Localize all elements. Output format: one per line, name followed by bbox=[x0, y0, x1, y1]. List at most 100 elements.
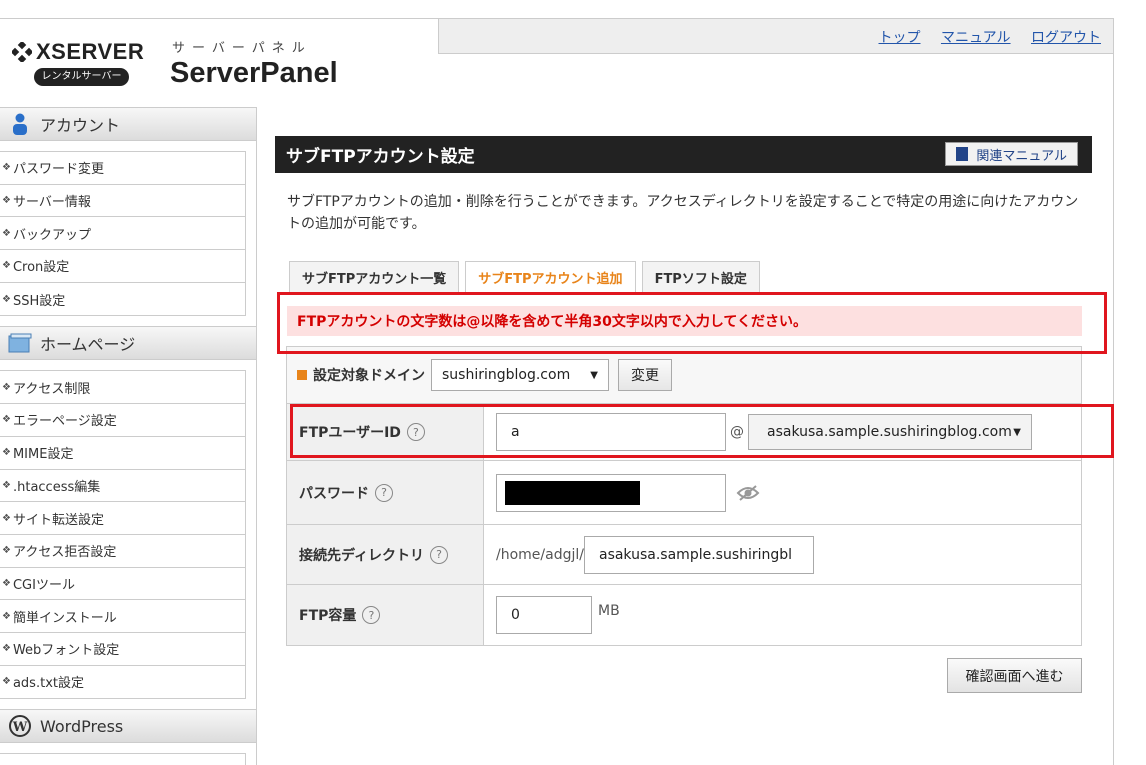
sidebar-item-ads-txt[interactable]: ❖ ads.txt設定 bbox=[0, 666, 245, 699]
bullet-icon: ❖ bbox=[2, 227, 11, 239]
sidebar-section-homepage[interactable]: ホームページ bbox=[0, 326, 256, 361]
sidebar-item-label: パスワード変更 bbox=[12, 162, 104, 178]
capacity-row: FTP容量? 0 MB bbox=[287, 585, 1081, 645]
domain-select[interactable]: sushiringblog.com ▼ bbox=[431, 359, 609, 391]
user-icon bbox=[8, 112, 32, 136]
sidebar-item-label: サーバー情報 bbox=[12, 195, 91, 211]
bullet-icon: ❖ bbox=[2, 577, 11, 589]
bullet-icon: ❖ bbox=[2, 162, 11, 174]
bullet-icon: ❖ bbox=[2, 643, 11, 655]
change-button[interactable]: 変更 bbox=[618, 359, 672, 391]
bullet-icon: ❖ bbox=[2, 260, 11, 272]
homepage-icon bbox=[8, 331, 32, 355]
sidebar-item-label: 簡単インストール bbox=[12, 610, 117, 626]
password-label-text: パスワード bbox=[299, 485, 369, 502]
bullet-icon: ❖ bbox=[2, 414, 11, 426]
directory-row: 接続先ディレクトリ? /home/adgjl/ asakusa.sample.s… bbox=[287, 525, 1081, 585]
password-redaction bbox=[505, 480, 640, 505]
tab-account-add[interactable]: サブFTPアカウント追加 bbox=[465, 261, 636, 293]
directory-label: 接続先ディレクトリ? bbox=[287, 525, 484, 584]
capacity-input[interactable]: 0 bbox=[496, 596, 592, 634]
confirm-button[interactable]: 確認画面へ進む bbox=[947, 658, 1082, 693]
sidebar-item-ssh[interactable]: ❖ SSH設定 bbox=[0, 283, 245, 316]
product-kana: サーバーパネル bbox=[172, 41, 312, 56]
caret-down-icon: ▼ bbox=[590, 369, 598, 381]
form-table: 設定対象ドメイン sushiringblog.com ▼ 変更 FTPユーザーI… bbox=[286, 346, 1082, 646]
sidebar-item-error-page[interactable]: ❖ エラーページ設定 bbox=[0, 404, 245, 437]
brand-badge: レンタルサーバー bbox=[34, 68, 129, 86]
directory-cell: /home/adgjl/ asakusa.sample.sushiringbl bbox=[484, 525, 1081, 584]
bullet-icon: ❖ bbox=[2, 610, 11, 622]
sidebar-item-label: MIME設定 bbox=[12, 447, 74, 463]
wordpress-icon: W bbox=[8, 714, 32, 738]
top-links: トップ マニュアル ログアウト bbox=[863, 27, 1102, 47]
bullet-icon: ❖ bbox=[2, 479, 11, 491]
xserver-logo-icon bbox=[12, 42, 32, 62]
sidebar-item-password[interactable]: ❖ パスワード変更 bbox=[0, 152, 245, 185]
error-highlight-box bbox=[277, 292, 1107, 354]
sidebar-item-access-deny[interactable]: ❖ アクセス拒否設定 bbox=[0, 535, 245, 568]
sidebar-item-label: アクセス拒否設定 bbox=[12, 545, 117, 561]
domain-row: 設定対象ドメイン sushiringblog.com ▼ 変更 bbox=[287, 347, 1081, 403]
sidebar-item-label: CGIツール bbox=[12, 577, 75, 593]
related-manual-button[interactable]: 関連マニュアル bbox=[945, 142, 1078, 166]
tab-ftp-software[interactable]: FTPソフト設定 bbox=[641, 261, 760, 293]
page-description: サブFTPアカウントの追加・削除を行うことができます。アクセスディレクトリを設定… bbox=[287, 194, 1079, 232]
sidebar-item-label: SSH設定 bbox=[12, 293, 66, 309]
bullet-icon: ❖ bbox=[2, 447, 11, 459]
sidebar-item-label: サイト転送設定 bbox=[12, 512, 104, 528]
bullet-icon: ❖ bbox=[2, 293, 11, 305]
sidebar-item-label: バックアップ bbox=[12, 227, 91, 243]
bullet-icon: ❖ bbox=[2, 545, 11, 557]
sidebar-item-site-redirect[interactable]: ❖ サイト転送設定 bbox=[0, 502, 245, 535]
logo-block: XSERVER レンタルサーバー サーバーパネル ServerPanel bbox=[0, 19, 438, 108]
brand-name: XSERVER bbox=[36, 39, 145, 64]
bullet-icon: ❖ bbox=[2, 512, 11, 524]
account-menu: ❖ パスワード変更 ❖ サーバー情報 ❖ バックアップ ❖ Cron設定 ❖ SSH設定 bbox=[0, 151, 246, 317]
related-manual-label: 関連マニュアル bbox=[976, 148, 1067, 164]
sidebar-item-easy-install[interactable]: ❖ 簡単インストール bbox=[0, 600, 245, 633]
page-title: サブFTPアカウント設定 bbox=[286, 147, 475, 167]
help-icon[interactable]: ? bbox=[430, 545, 449, 564]
sidebar-section-title: ホームページ bbox=[40, 335, 136, 355]
sidebar-section-wordpress[interactable]: W WordPress bbox=[0, 709, 256, 744]
sidebar-item-cron[interactable]: ❖ Cron設定 bbox=[0, 250, 245, 283]
bullet-icon: ❖ bbox=[2, 195, 11, 207]
tab-bar: サブFTPアカウント一覧 サブFTPアカウント追加 FTPソフト設定 bbox=[289, 261, 766, 293]
ftp-user-id-highlight-box bbox=[290, 404, 1114, 458]
help-icon[interactable]: ? bbox=[362, 606, 381, 624]
sidebar-item-label: エラーページ設定 bbox=[12, 414, 117, 430]
sidebar: アカウント ❖ パスワード変更 ❖ サーバー情報 ❖ バックアップ ❖ Cron設定 ❖… bbox=[0, 107, 256, 765]
help-icon[interactable]: ? bbox=[375, 483, 393, 502]
password-row: パスワード? bbox=[287, 461, 1081, 525]
sidebar-item-backup[interactable]: ❖ バックアップ bbox=[0, 217, 245, 251]
header: XSERVER レンタルサーバー サーバーパネル ServerPanel トップ… bbox=[0, 18, 1114, 108]
sidebar-section-account[interactable]: アカウント bbox=[0, 107, 256, 141]
sidebar-item-access-restriction[interactable]: ❖ アクセス制限 bbox=[0, 371, 245, 405]
domain-label: 設定対象ドメイン bbox=[297, 365, 425, 385]
sidebar-item-server-info[interactable]: ❖ サーバー情報 bbox=[0, 185, 245, 218]
sidebar-item-cgi-tools[interactable]: ❖ CGIツール bbox=[0, 568, 245, 601]
tab-account-list[interactable]: サブFTPアカウント一覧 bbox=[289, 261, 460, 293]
wordpress-menu bbox=[0, 753, 246, 765]
domain-label-text: 設定対象ドメイン bbox=[313, 368, 425, 384]
top-link[interactable]: トップ bbox=[879, 30, 921, 46]
sidebar-item-htaccess[interactable]: ❖ .htaccess編集 bbox=[0, 470, 245, 503]
manual-link[interactable]: マニュアル bbox=[941, 30, 1011, 46]
homepage-menu: ❖ アクセス制限 ❖ エラーページ設定 ❖ MIME設定 ❖ .htaccess編集 ❖… bbox=[0, 370, 246, 700]
capacity-unit: MB bbox=[598, 603, 620, 619]
directory-label-text: 接続先ディレクトリ bbox=[299, 547, 425, 564]
sidebar-item-mime[interactable]: ❖ MIME設定 bbox=[0, 437, 245, 470]
orange-square-icon bbox=[297, 370, 307, 380]
domain-select-value: sushiringblog.com bbox=[442, 367, 571, 383]
sidebar-item-label: .htaccess編集 bbox=[12, 479, 101, 495]
logout-link[interactable]: ログアウト bbox=[1031, 30, 1101, 46]
directory-prefix: /home/adgjl/ bbox=[496, 546, 584, 563]
bullet-icon: ❖ bbox=[2, 676, 11, 688]
directory-input[interactable]: asakusa.sample.sushiringbl bbox=[583, 535, 814, 574]
sidebar-section-title: アカウント bbox=[40, 116, 121, 135]
sidebar-item-web-font[interactable]: ❖ Webフォント設定 bbox=[0, 633, 245, 666]
book-icon bbox=[956, 147, 969, 161]
password-input[interactable] bbox=[496, 473, 726, 512]
eye-slash-icon[interactable] bbox=[736, 484, 760, 502]
